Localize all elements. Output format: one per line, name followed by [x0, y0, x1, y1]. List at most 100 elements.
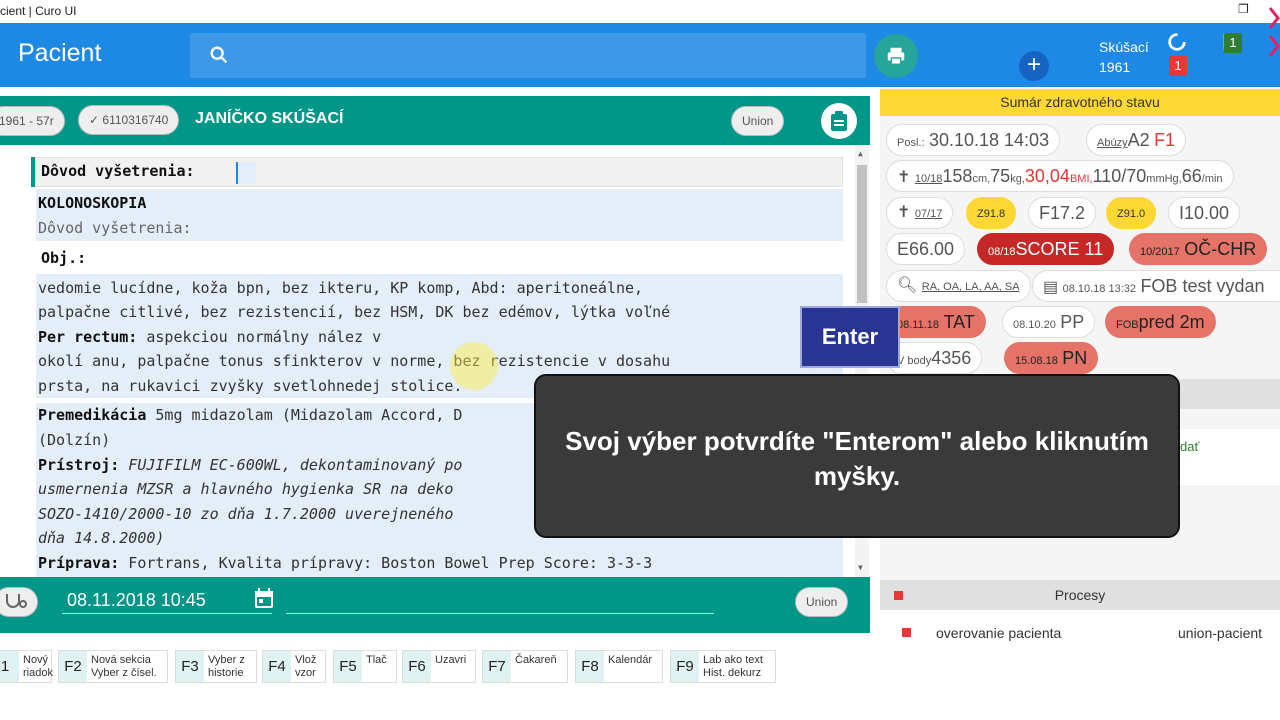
printer-icon	[887, 47, 905, 65]
stethoscope-icon	[6, 594, 27, 608]
patient-id-chip[interactable]: ✓ 6110316740	[78, 105, 180, 135]
fkey-key: 1	[0, 651, 19, 682]
prep-text: Fortrans, Kvalita prípravy: Boston Bowel…	[119, 554, 653, 572]
fob-value: FOB test vydan	[1140, 276, 1265, 296]
fkey-label: Vlož vzor	[295, 654, 317, 679]
rectum-line-2: okolí anu, palpačne tonus sfinkterov v n…	[38, 352, 671, 370]
procesy-title: Procesy	[880, 580, 1280, 610]
scroll-up-icon[interactable]: ▲	[858, 149, 863, 158]
score-date: 08/18	[988, 246, 1016, 258]
fkey-key: F8	[576, 651, 604, 682]
window-title: cient | Curo UI	[0, 4, 77, 18]
fkey-key: F6	[403, 651, 431, 682]
vbody-value: 4356	[931, 348, 972, 368]
fkey-key: F2	[59, 651, 87, 682]
note-input[interactable]	[286, 613, 714, 614]
fkey-waiting-room[interactable]: F7 Čakareň	[482, 650, 568, 683]
last-visit-label: Posl.:	[897, 137, 925, 149]
print-button[interactable]	[874, 34, 918, 78]
fkey-new-section[interactable]: F2 Nová sekcia Vyber z čísel.	[58, 650, 168, 683]
search-icon[interactable]	[208, 44, 230, 71]
diag-tag-f172[interactable]: F17.2	[1028, 197, 1097, 229]
diag-date-tag[interactable]: ✝ 07/17	[886, 197, 954, 229]
vitals-weight: 75	[990, 166, 1011, 186]
abuse-tag[interactable]: AbúzyA2 F1	[1086, 124, 1187, 156]
device-line-3: SOZO-1410/2000-10 zo dňa 1.7.2000 uverej…	[38, 505, 454, 523]
pp-value: PP	[1060, 312, 1085, 332]
tat-tag[interactable]: 08.11.18 TAT	[886, 306, 986, 338]
check-icon: ✓	[89, 113, 100, 127]
notification-count-badge[interactable]: 1	[1169, 56, 1187, 76]
vitals-bp: 110/70	[1092, 166, 1147, 186]
patient-name: JANÍČKO SKÚŠACÍ	[195, 110, 344, 127]
diag-tag-e6600[interactable]: E66.00	[886, 233, 966, 265]
fkey-insert-template[interactable]: F4 Vlož vzor	[262, 650, 326, 683]
restore-window-icon[interactable]: ❐	[1238, 2, 1249, 16]
hidden-section-link[interactable]: dať	[1180, 439, 1199, 454]
exam-reason-label: Dôvod vyšetrenia:	[38, 219, 192, 237]
patient-header: 1961 - 57r ✓ 6110316740 JANÍČKO SKÚŠACÍ …	[0, 96, 870, 145]
fkey-close[interactable]: F6 Uzavri	[402, 650, 476, 683]
sync-icon[interactable]	[1166, 31, 1188, 58]
footer-insurer-chip[interactable]: Union	[795, 587, 849, 617]
tat-value: TAT	[943, 312, 975, 332]
fkey-history[interactable]: F3 Vyber z historie	[175, 650, 257, 683]
procesy-header-marker	[894, 591, 903, 600]
diag-tag-z918[interactable]: Z91.8	[966, 197, 1017, 229]
calendar-icon[interactable]	[254, 588, 274, 614]
message-count-badge[interactable]: 1	[1224, 33, 1242, 53]
scroll-down-icon[interactable]: ▼	[858, 563, 863, 572]
datetime-field[interactable]: 08.11.2018 10:45	[67, 590, 206, 611]
enter-key-hint: Enter	[800, 306, 900, 368]
person-icon: ✝	[897, 169, 911, 186]
process-status-marker	[902, 628, 911, 637]
editor-scrollbar-thumb[interactable]	[857, 165, 867, 303]
device-line-4: dňa 14.8.2000)	[38, 529, 165, 547]
stethoscope-button[interactable]	[0, 587, 38, 617]
obj-label: Obj.:	[41, 249, 87, 267]
vitals-tag[interactable]: ✝ 10/18158cm,75kg,30,04BMI,110/70mmHg,66…	[886, 160, 1234, 192]
fkey-lab-text[interactable]: F9 Lab ako text Hist. dekurz	[670, 650, 776, 683]
rectum-line-1: Per rectum: aspekciou normálny nález v	[38, 328, 381, 346]
fob-date: 08.10.18 13:32	[1062, 283, 1136, 295]
rectum-text: aspekciou normálny nález v	[137, 328, 382, 346]
diag-tag-z910[interactable]: Z91.0	[1106, 197, 1157, 229]
search-tags-tag[interactable]: 🔍︎ RA, OA, LA, AA, SA	[886, 270, 1031, 302]
clipboard-button[interactable]	[821, 103, 857, 139]
pp-date: 08.10.20	[1013, 319, 1056, 331]
fkey-label: Čakareň	[515, 654, 557, 666]
vbody-tag[interactable]: V body4356	[886, 342, 983, 374]
abuse-f: F1	[1154, 130, 1176, 150]
search-bar[interactable]: +	[190, 33, 1049, 81]
window-titlebar: cient | Curo UI ❐	[0, 0, 1280, 23]
fkey-new-row[interactable]: 1 Nový riadok	[0, 650, 53, 683]
add-button[interactable]: +	[1019, 51, 1049, 81]
premed-text: 5mg midazolam (Midazolam Accord, D	[146, 406, 463, 424]
last-visit-tag[interactable]: Posl.: 30.10.18 14:03	[886, 124, 1061, 156]
fkey-label: Lab ako text Hist. dekurz	[703, 654, 763, 679]
abuse-a: A2	[1127, 130, 1150, 150]
pp-tag[interactable]: 08.10.20 PP	[1002, 306, 1096, 338]
vitals-pulse-unit: /min	[1201, 173, 1223, 185]
diag-tag-i1000[interactable]: I10.00	[1168, 197, 1241, 229]
user-info[interactable]: Skúšací 1961	[1099, 37, 1149, 77]
pn-tag[interactable]: 15.08.18 PN	[1004, 342, 1099, 374]
prep-label: Príprava:	[38, 554, 120, 572]
fob-pred-tag[interactable]: FOBpred 2m	[1105, 306, 1216, 338]
prep-line: Príprava: Fortrans, Kvalita prípravy: Bo…	[38, 554, 652, 572]
fkey-calendar[interactable]: F8 Kalendár	[575, 650, 663, 683]
score-tag[interactable]: 08/18SCORE 11	[977, 233, 1115, 265]
tat-date: 08.11.18	[897, 319, 940, 331]
fkey-key: F3	[176, 651, 204, 682]
fob-tag[interactable]: ▤ 08.10.18 13:32 FOB test vydan	[1032, 270, 1280, 302]
pn-value: PN	[1062, 348, 1088, 368]
vbody-label: V body	[897, 355, 932, 367]
oc-tag[interactable]: 10/2017 OČ-CHR	[1129, 233, 1268, 265]
oc-date: 10/2017	[1140, 246, 1180, 258]
diag-date: 07/17	[914, 208, 943, 220]
obj-line-2: palpačne citlivé, bez rezistencií, bez H…	[38, 303, 671, 321]
fkey-print[interactable]: F5 Tlač	[333, 650, 397, 683]
reason-field-input[interactable]	[236, 162, 256, 184]
mouse-cursor-highlight	[450, 342, 498, 390]
process-name[interactable]: overovanie pacienta	[936, 625, 1061, 641]
